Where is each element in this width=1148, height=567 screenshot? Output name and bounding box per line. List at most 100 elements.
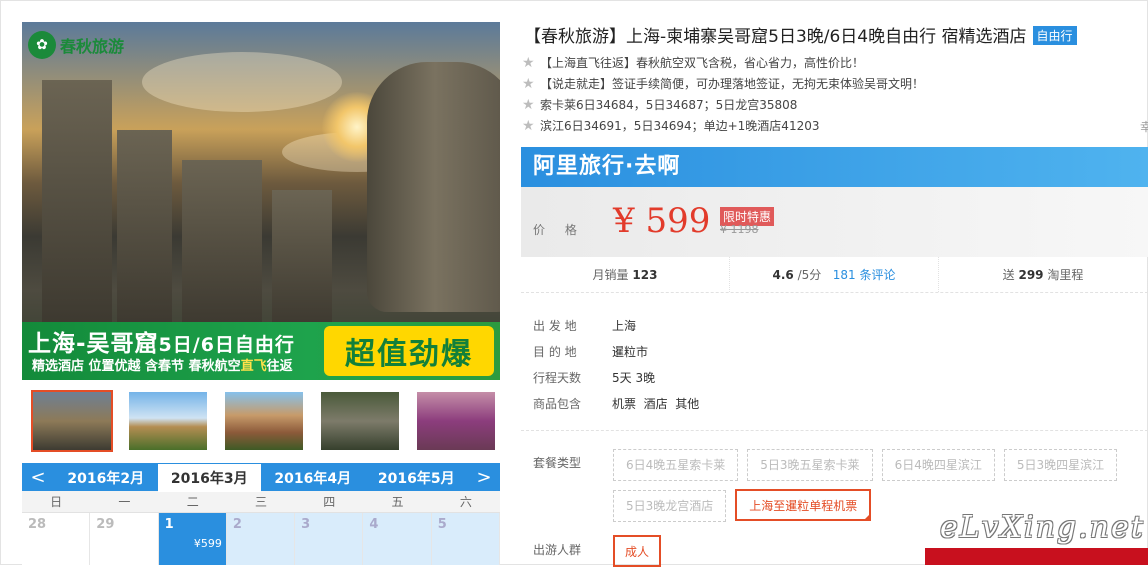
watermark: eLvXing.net [940, 510, 1145, 545]
feature-list: ★ 【上海直飞往返】春秋航空双飞含税，省心省力，高性价比！ ★ 【说走就走】签证手续… [522, 53, 924, 137]
banner-sub-a: 精选酒店 位置优越 含春节 春秋航空 [32, 359, 241, 374]
product-info: 出 发 地 上海 目 的 地 暹粒市 行程天数 5天 3晚 商品包含 机票 酒店 其他 [533, 312, 699, 416]
points-label-a: 送 [1002, 268, 1015, 282]
rating-value: 4.6 [772, 268, 794, 282]
calendar-month-tab[interactable]: 2016年5月 [365, 464, 469, 492]
rating: 4.6 /5分 181 条评论 [730, 257, 939, 292]
weekday-label: 六 [459, 495, 472, 509]
info-key: 目 的 地 [533, 344, 577, 359]
product-title-text: 【春秋旅游】上海-柬埔寨吴哥窟5日3晚/6日4晚自由行 宿精选酒店 [524, 27, 1027, 47]
thumbnail-1[interactable] [31, 390, 113, 452]
calendar-day[interactable]: 2 [226, 513, 296, 565]
package-label: 套餐类型 [533, 456, 582, 470]
hero-image[interactable]: ✿ 春秋旅游 上海-吴哥窟5日/6日自由行 精选酒店 位置优越 含春节 春秋航空… [22, 22, 500, 380]
calendar-days: 28 29 1 ¥599 2 3 4 5 [22, 513, 500, 565]
day-number: 29 [96, 517, 115, 532]
package-option[interactable]: 6日4晚五星索卡莱 [613, 449, 739, 481]
calendar-day: 28 [22, 513, 91, 565]
weekday-label: 一 [118, 495, 131, 509]
info-row: 行程天数 5天 3晚 [533, 364, 699, 390]
banner-sub-c: 往返 [266, 359, 293, 374]
original-price: ¥ 1198 [720, 223, 759, 236]
calendar-weekdays: 日 一 二 三 四 五 六 [22, 491, 500, 513]
thumbnail-4[interactable] [319, 390, 401, 452]
banner-title-b: 5日/6日自由行 [158, 334, 295, 356]
monthly-sales: 月销量 123 [521, 257, 730, 292]
reviews-label: 条评论 [859, 268, 896, 282]
info-key: 商品包含 [533, 396, 582, 411]
package-option-selected[interactable]: 上海至暹粒单程机票 [735, 489, 872, 521]
star-icon: ★ [522, 97, 535, 113]
info-key: 行程天数 [533, 370, 582, 385]
package-option[interactable]: 5日3晚四星滨江 [1003, 449, 1118, 481]
feature-item: ★ 索卡莱6日34684，5日34687；5日龙宫35808 [522, 95, 924, 116]
calendar-next-button[interactable]: > [468, 463, 500, 491]
calendar-prev-button[interactable]: < [22, 463, 54, 491]
crowd-option-adult[interactable]: 成人 [613, 535, 662, 567]
weekday-label: 五 [391, 495, 404, 509]
reviews-link[interactable]: 181 条评论 [833, 268, 896, 282]
info-row: 出 发 地 上海 [533, 312, 699, 338]
info-value: 暹粒市 [612, 344, 649, 359]
promo-banner: 上海-吴哥窟5日/6日自由行 精选酒店 位置优越 含春节 春秋航空直飞往返 超值… [22, 322, 500, 380]
day-number: 1 [164, 517, 174, 532]
day-price: ¥599 [193, 537, 222, 550]
departure-calendar: < 2016年2月 2016年3月 2016年4月 2016年5月 > 日 一 … [22, 463, 500, 565]
points-value: 299 [1018, 268, 1044, 282]
day-number: 3 [301, 517, 311, 532]
star-icon: ★ [522, 76, 535, 92]
star-icon: ★ [522, 118, 535, 134]
weekday-label: 二 [186, 495, 199, 509]
banner-sub-b: 直飞 [240, 359, 267, 374]
calendar-day[interactable]: 5 [431, 513, 500, 565]
package-option[interactable]: 6日4晚四星滨江 [881, 449, 995, 481]
banner-title-a: 上海-吴哥窟 [28, 331, 159, 357]
more-link-cut[interactable]: 幸 [1140, 118, 1148, 135]
points: 送 299 淘里程 [939, 257, 1148, 292]
info-row: 目 的 地 暹粒市 [533, 338, 699, 364]
feature-text: 【说走就走】签证手续简便，可办理落地签证，无拘无束体验吴哥文明！ [540, 77, 925, 91]
feature-text: 索卡莱6日34684，5日34687；5日龙宫35808 [540, 98, 798, 112]
day-number: 5 [437, 517, 447, 532]
type-tag: 自由行 [1032, 26, 1077, 45]
promo-strip [925, 548, 1148, 565]
crowd-label: 出游人群 [533, 543, 582, 557]
info-key: 出 发 地 [533, 318, 577, 333]
feature-text: 滨江6日34691，5日34694；单边+1晚酒店41203 [540, 119, 820, 133]
rating-unit: /5分 [797, 268, 822, 282]
package-option[interactable]: 5日3晚龙宫酒店 [613, 490, 727, 522]
brand-bar: 阿里旅行·去啊 [521, 147, 1148, 187]
thumbnail-5[interactable] [415, 390, 497, 452]
info-row: 商品包含 机票 酒店 其他 [533, 390, 699, 416]
feature-text: 【上海直飞往返】春秋航空双飞含税，省心省力，高性价比！ [540, 56, 865, 70]
info-value: 5天 3晚 [612, 370, 656, 385]
calendar-day[interactable]: 3 [295, 513, 364, 565]
bayon-face [367, 62, 500, 312]
calendar-month-tab[interactable]: 2016年4月 [261, 464, 365, 492]
points-label-b: 淘里程 [1047, 268, 1084, 282]
thumbnail-2[interactable] [127, 390, 209, 452]
thumbnail-strip [31, 390, 497, 452]
product-title: 【春秋旅游】上海-柬埔寨吴哥窟5日3晚/6日4晚自由行 宿精选酒店 自由行 [524, 22, 1077, 47]
day-number: 28 [28, 517, 47, 532]
reviews-count: 181 [832, 268, 856, 282]
calendar-day[interactable]: 1 ¥599 [158, 513, 227, 565]
monthly-value: 123 [632, 268, 658, 282]
price-box: 价 格 ¥ 599 限时特惠 ¥ 1198 [521, 187, 1148, 257]
divider [521, 430, 1148, 431]
banner-badge: 超值劲爆 [324, 326, 494, 376]
info-value: 上海 [612, 318, 637, 333]
info-value: 机票 酒店 其他 [612, 396, 700, 411]
weekday-label: 日 [50, 495, 63, 509]
star-icon: ★ [522, 55, 535, 71]
feature-item: ★ 【上海直飞往返】春秋航空双飞含税，省心省力，高性价比！ [522, 53, 924, 74]
feature-item: ★ 滨江6日34691，5日34694；单边+1晚酒店41203 [522, 116, 924, 137]
package-option[interactable]: 5日3晚五星索卡莱 [747, 449, 873, 481]
calendar-day[interactable]: 4 [363, 513, 432, 565]
calendar-month-tab-active[interactable]: 2016年3月 [157, 464, 261, 492]
calendar-month-tab[interactable]: 2016年2月 [54, 464, 158, 492]
thumbnail-3[interactable] [223, 390, 305, 452]
day-number: 4 [369, 517, 379, 532]
feature-item: ★ 【说走就走】签证手续简便，可办理落地签证，无拘无束体验吴哥文明！ [522, 74, 924, 95]
current-price: ¥ 599 [613, 201, 711, 241]
